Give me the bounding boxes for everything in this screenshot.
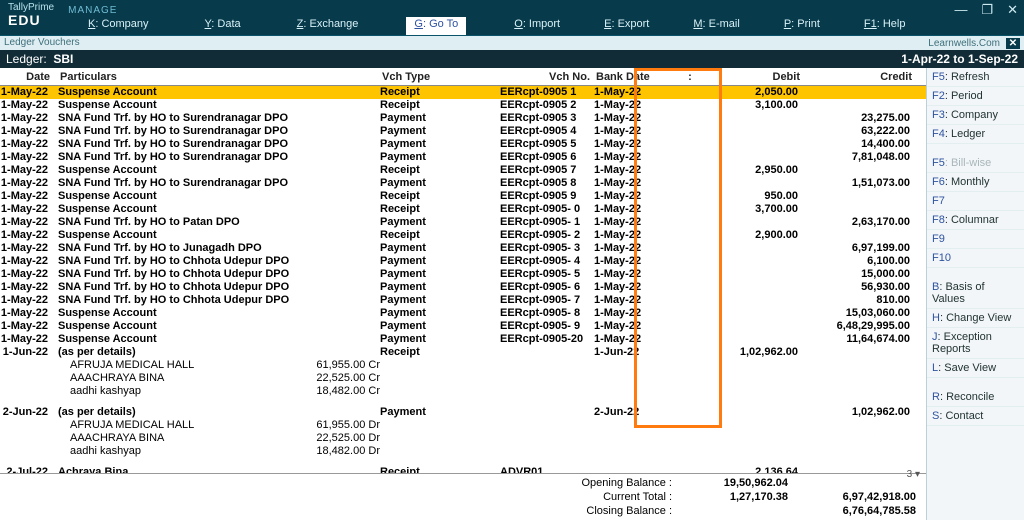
voucher-row[interactable]: 1-May-22SNA Fund Trf. by HO to Surendran… (0, 138, 926, 151)
grid-footer: Opening Balance : 19,50,962.04 Current T… (0, 473, 926, 520)
period-range: 1-Apr-22 to 1-Sep-22 (901, 52, 1018, 66)
opening-balance-credit (804, 477, 916, 489)
closing-balance-debit (688, 505, 788, 517)
side-S[interactable]: S: Contact (927, 407, 1024, 426)
sub-header: Ledger Vouchers Learnwells.Com ✕ (0, 36, 1024, 50)
ledger-name: SBI (53, 52, 73, 66)
voucher-row[interactable]: 1-May-22SNA Fund Trf. by HO to Chhota Ud… (0, 281, 926, 294)
menu-y[interactable]: Y: Data (197, 17, 249, 35)
menu-m[interactable]: M: E-mail (685, 17, 747, 35)
manage-label: MANAGE (68, 5, 117, 16)
voucher-row[interactable]: 1-May-22SNA Fund Trf. by HO to Chhota Ud… (0, 255, 926, 268)
side-J[interactable]: J: Exception Reports (927, 328, 1024, 359)
company-name: Learnwells.Com (928, 38, 1000, 49)
voucher-row[interactable]: 2-Jun-22(as per details)Payment2-Jun-221… (0, 406, 926, 419)
voucher-row[interactable]: 1-May-22SNA Fund Trf. by HO to Chhota Ud… (0, 268, 926, 281)
current-total-credit: 6,97,42,918.00 (804, 491, 916, 503)
ledger-label: Ledger: (6, 52, 47, 66)
side-F5[interactable]: F5: Refresh (927, 68, 1024, 87)
voucher-row[interactable]: 1-May-22SNA Fund Trf. by HO to Patan DPO… (0, 216, 926, 229)
current-total-debit: 1,27,170.38 (688, 491, 788, 503)
side-L[interactable]: L: Save View (927, 359, 1024, 378)
hdr-particulars: Particulars (54, 71, 304, 83)
voucher-row[interactable]: 1-May-22Suspense AccountReceiptEERcpt-09… (0, 99, 926, 112)
app-logo: TallyPrime EDU (8, 3, 54, 27)
voucher-row[interactable]: 1-Jun-22(as per details)Receipt1-Jun-221… (0, 346, 926, 359)
voucher-row[interactable]: 1-May-22SNA Fund Trf. by HO to Chhota Ud… (0, 294, 926, 307)
voucher-grid: Date Particulars Vch Type Vch No. Bank D… (0, 68, 926, 520)
maximize-button[interactable]: ❐ (981, 2, 993, 18)
menu-bar: K: Company Y: Data Z: Exchange G: Go To O: I… (80, 17, 1016, 35)
app-name-big: EDU (8, 13, 54, 27)
voucher-row[interactable]: 2-Jul-22Achraya BinaReceiptADVR012,136.6… (0, 466, 926, 473)
voucher-row[interactable]: 1-May-22Suspense AccountReceiptEERcpt-09… (0, 164, 926, 177)
side-H[interactable]: H: Change View (927, 309, 1024, 328)
menu-k[interactable]: K: Company (80, 17, 157, 35)
closing-balance-label: Closing Balance : (552, 505, 672, 517)
opening-balance-label: Opening Balance : (552, 477, 672, 489)
side-F9: F9 (927, 230, 1024, 249)
current-total-label: Current Total : (552, 491, 672, 503)
voucher-row[interactable]: 1-May-22SNA Fund Trf. by HO to Surendran… (0, 112, 926, 125)
menu-p[interactable]: P: Print (776, 17, 828, 35)
hdr-date: Date (2, 71, 54, 83)
sub-detail-row: AAACHRAYA BINA22,525.00 Dr (0, 432, 926, 445)
hdr-credit: Credit (800, 71, 912, 83)
menu-o[interactable]: O: Import (506, 17, 568, 35)
side-panel: F5: RefreshF2: PeriodF3: CompanyF4: Ledg… (926, 68, 1024, 520)
screen-title: Ledger Vouchers (4, 37, 80, 49)
minimize-button[interactable]: — (954, 2, 967, 18)
sub-detail-row: aadhi kashyap18,482.00 Cr (0, 385, 926, 398)
menu-g[interactable]: G: Go To (406, 17, 466, 35)
more-rows-indicator[interactable]: 3 ▾ (907, 469, 920, 480)
side-F8[interactable]: F8: Columnar (927, 211, 1024, 230)
side-F6[interactable]: F6: Monthly (927, 173, 1024, 192)
sub-detail-row: AFRUJA MEDICAL HALL61,955.00 Cr (0, 359, 926, 372)
closing-balance-credit: 6,76,64,785.58 (804, 505, 916, 517)
opening-balance-debit: 19,50,962.04 (688, 477, 788, 489)
close-screen-button[interactable]: ✕ (1006, 38, 1020, 49)
side-F3[interactable]: F3: Company (927, 106, 1024, 125)
voucher-row[interactable]: 1-May-22Suspense AccountReceiptEERcpt-09… (0, 86, 926, 99)
grid-headers: Date Particulars Vch Type Vch No. Bank D… (0, 68, 926, 86)
menu-f1[interactable]: F1: Help (856, 17, 914, 35)
side-B[interactable]: B: Basis of Values (927, 278, 1024, 309)
hdr-vch-type: Vch Type (382, 71, 502, 83)
voucher-row[interactable]: 1-May-22Suspense AccountReceiptEERcpt-09… (0, 203, 926, 216)
voucher-row[interactable]: 1-May-22Suspense AccountReceiptEERcpt-09… (0, 190, 926, 203)
side-R[interactable]: R: Reconcile (927, 388, 1024, 407)
voucher-row[interactable]: 1-May-22SNA Fund Trf. by HO to Surendran… (0, 151, 926, 164)
side-F5: F5: Bill-wise (927, 154, 1024, 173)
menu-e[interactable]: E: Export (596, 17, 657, 35)
sub-detail-row: AAACHRAYA BINA22,525.00 Cr (0, 372, 926, 385)
hdr-bank-date: Bank Date (596, 71, 670, 83)
voucher-row[interactable]: 1-May-22SNA Fund Trf. by HO to Surendran… (0, 125, 926, 138)
close-button[interactable]: ✕ (1007, 2, 1018, 18)
voucher-row[interactable]: 1-May-22Suspense AccountReceiptEERcpt-09… (0, 229, 926, 242)
voucher-row[interactable]: 1-May-22Suspense AccountPaymentEERcpt-09… (0, 307, 926, 320)
sub-detail-row: AFRUJA MEDICAL HALL61,955.00 Dr (0, 419, 926, 432)
side-F2[interactable]: F2: Period (927, 87, 1024, 106)
voucher-row[interactable]: 1-May-22SNA Fund Trf. by HO to Junagadh … (0, 242, 926, 255)
side-F4[interactable]: F4: Ledger (927, 125, 1024, 144)
title-bar: TallyPrime EDU MANAGE — ❐ ✕ K: Company Y:… (0, 0, 1024, 36)
menu-z[interactable]: Z: Exchange (289, 17, 367, 35)
hdr-vch-no: Vch No. (502, 71, 596, 83)
side-F7: F7 (927, 192, 1024, 211)
side-F10: F10 (927, 249, 1024, 268)
ledger-header: Ledger: SBI 1-Apr-22 to 1-Sep-22 (0, 50, 1024, 68)
hdr-debit: Debit (710, 71, 800, 83)
sub-detail-row: aadhi kashyap18,482.00 Dr (0, 445, 926, 458)
voucher-row[interactable]: 1-May-22SNA Fund Trf. by HO to Surendran… (0, 177, 926, 190)
voucher-row[interactable]: 1-May-22Suspense AccountPaymentEERcpt-09… (0, 320, 926, 333)
voucher-row[interactable]: 1-May-22Suspense AccountPaymentEERcpt-09… (0, 333, 926, 346)
